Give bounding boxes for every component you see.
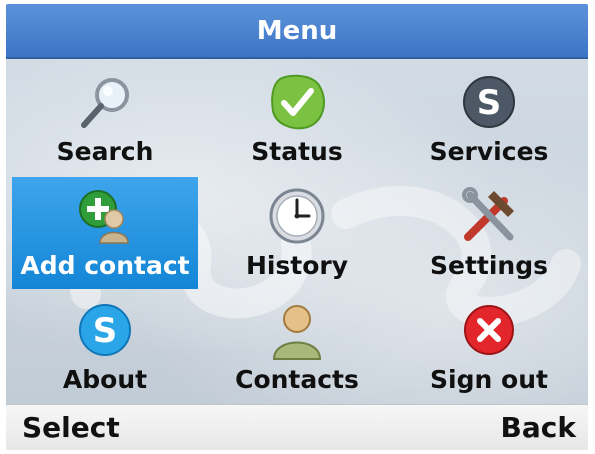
menu-item-status[interactable]: Status	[204, 63, 390, 175]
skype-about-icon: S	[79, 304, 131, 356]
softkey-bar: Select Back	[6, 404, 588, 450]
skype-services-icon: S	[463, 76, 515, 128]
menu-screen: Menu Search Status S Services Add contac…	[6, 4, 588, 450]
menu-item-label: About	[62, 365, 148, 394]
search-icon	[81, 78, 129, 128]
title-bar: Menu	[6, 4, 588, 59]
menu-item-sign-out[interactable]: Sign out	[396, 291, 582, 403]
menu-item-label: History	[245, 251, 349, 280]
menu-item-label: Search	[56, 137, 154, 166]
svg-text:S: S	[93, 311, 118, 351]
menu-item-settings[interactable]: Settings	[396, 177, 582, 289]
sign-out-icon	[464, 305, 514, 355]
menu-item-label: Contacts	[235, 365, 359, 394]
select-softkey[interactable]: Select	[22, 411, 120, 444]
clock-icon	[269, 188, 325, 244]
svg-text:S: S	[477, 83, 502, 123]
add-contact-icon	[79, 190, 129, 244]
menu-grid: Search Status S Services Add contact His…	[6, 59, 588, 404]
tools-icon	[462, 187, 514, 241]
menu-item-label: Sign out	[430, 365, 548, 394]
menu-content: Search Status S Services Add contact His…	[6, 59, 588, 404]
menu-item-about[interactable]: S About	[12, 291, 198, 403]
menu-item-add-contact[interactable]: Add contact	[12, 177, 198, 289]
menu-item-label: Status	[251, 137, 343, 166]
menu-item-search[interactable]: Search	[12, 63, 198, 175]
menu-item-history[interactable]: History	[204, 177, 390, 289]
page-title: Menu	[256, 15, 338, 46]
back-softkey[interactable]: Back	[501, 411, 576, 444]
menu-item-services[interactable]: S Services	[396, 63, 582, 175]
menu-item-label: Services	[429, 137, 549, 166]
status-check-icon	[271, 74, 325, 130]
menu-item-contacts[interactable]: Contacts	[204, 291, 390, 403]
menu-item-label: Add contact	[20, 251, 190, 280]
contact-person-icon	[272, 305, 322, 360]
menu-item-label: Settings	[429, 251, 548, 280]
